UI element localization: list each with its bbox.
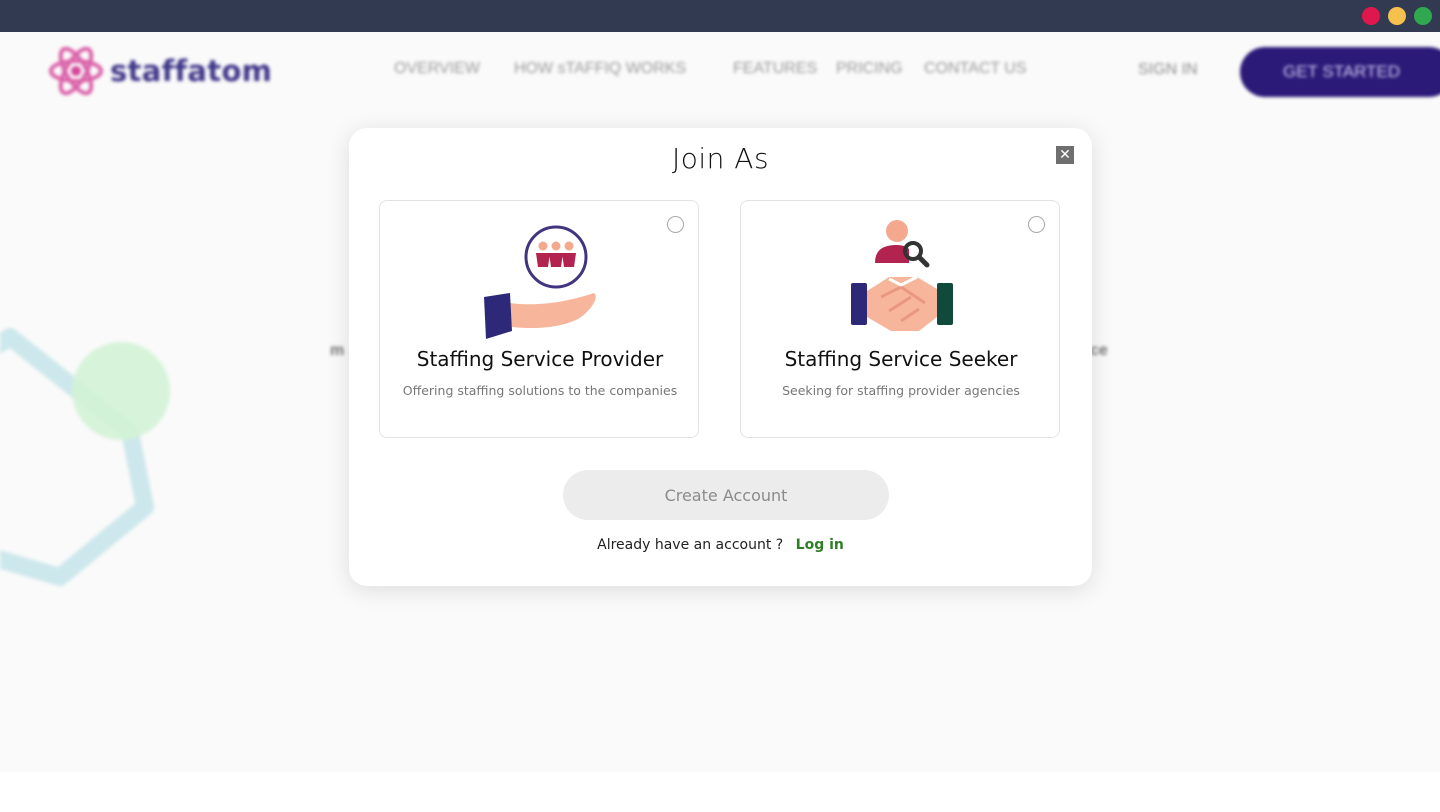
create-account-button[interactable]: Create Account: [563, 470, 889, 520]
seeker-subtitle: Seeking for staffing provider agencies: [782, 383, 1020, 398]
already-have-account-text: Already have an account ?: [597, 537, 784, 553]
handshake-search-icon: [851, 220, 953, 331]
sign-in-link[interactable]: SIGN IN: [1138, 61, 1198, 79]
green-circle-decoration: [72, 342, 170, 440]
modal-title: Join As: [671, 142, 770, 175]
nav-how-it-works[interactable]: HOW sTAFFIQ WORKS: [514, 60, 686, 78]
window-minimize-button[interactable]: [1388, 7, 1406, 25]
logo[interactable]: staffatom: [48, 40, 272, 102]
provider-subtitle: Offering staffing solutions to the compa…: [402, 383, 678, 398]
window-close-button[interactable]: [1362, 7, 1380, 25]
login-link[interactable]: Log in: [796, 537, 844, 553]
get-started-button[interactable]: GET STARTED: [1240, 47, 1440, 97]
login-prompt: Already have an account ? Log in: [349, 537, 1092, 553]
background-text-left: m: [330, 342, 345, 359]
close-icon[interactable]: ✕: [1056, 146, 1074, 164]
provider-option-card[interactable]: Staffing Service Provider Offering staff…: [379, 200, 699, 438]
provider-title: Staffing Service Provider: [416, 347, 664, 371]
window-titlebar: [0, 0, 1440, 32]
seeker-title: Staffing Service Seeker: [784, 347, 1018, 371]
nav-contact-us[interactable]: CONTACT US: [924, 60, 1027, 78]
window-maximize-button[interactable]: [1414, 7, 1432, 25]
background-text-right: ce: [1090, 342, 1108, 359]
seeker-option-card[interactable]: Staffing Service Seeker Seeking for staf…: [740, 200, 1060, 438]
nav-pricing[interactable]: PRICING: [836, 60, 903, 78]
nav-overview[interactable]: OVERVIEW: [394, 60, 480, 78]
atom-logo-icon: [49, 46, 103, 96]
nav-features[interactable]: FEATURES: [733, 60, 817, 78]
join-as-modal: Join As ✕ Staffing Service Provider Offe…: [349, 128, 1092, 586]
hand-holding-people-icon: [484, 225, 596, 339]
logo-text: staffatom: [110, 54, 273, 88]
